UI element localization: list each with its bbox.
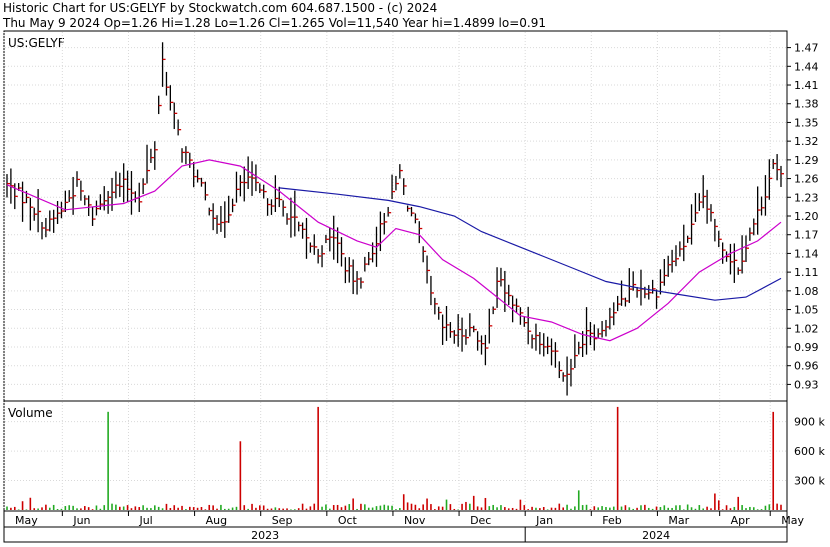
price-tick-label: 0.99 (794, 341, 819, 354)
month-label: Dec (470, 514, 491, 527)
month-label: Oct (338, 514, 358, 527)
price-tick-label: 1.47 (794, 42, 819, 55)
price-tick-label: 1.02 (794, 322, 819, 335)
chart-background (0, 0, 830, 543)
header-line-2: Thu May 9 2024 Op=1.26 Hi=1.28 Lo=1.26 C… (2, 16, 546, 30)
price-tick-label: 1.35 (794, 116, 819, 129)
price-tick-label: 1.11 (794, 266, 819, 279)
month-label: Jun (72, 514, 90, 527)
price-tick-label: 0.93 (794, 378, 819, 391)
month-label: Aug (206, 514, 227, 527)
month-label: Apr (731, 514, 751, 527)
volume-label: Volume (8, 406, 53, 420)
month-label: Mar (668, 514, 689, 527)
year-label: 2023 (251, 529, 279, 542)
month-label: Jan (535, 514, 553, 527)
price-tick-label: 1.26 (794, 173, 819, 186)
price-tick-label: 1.41 (794, 79, 819, 92)
month-label: Nov (404, 514, 426, 527)
volume-tick-label: 300 k (794, 475, 825, 488)
price-tick-label: 1.20 (794, 210, 819, 223)
month-label: May (781, 514, 804, 527)
price-tick-label: 1.38 (794, 98, 819, 111)
price-tick-label: 1.32 (794, 135, 819, 148)
price-tick-label: 1.17 (794, 229, 819, 242)
price-tick-label: 1.05 (794, 304, 819, 317)
volume-tick-label: 900 k (794, 416, 825, 429)
chart-canvas: Historic Chart for US:GELYF by Stockwatc… (0, 0, 830, 543)
month-label: Jul (138, 514, 152, 527)
price-tick-label: 0.96 (794, 360, 819, 373)
volume-axis-labels: 300 k 600 k 900 k (794, 416, 825, 488)
price-tick-label: 1.08 (794, 285, 819, 298)
price-tick-label: 1.23 (794, 191, 819, 204)
month-label: Feb (602, 514, 621, 527)
price-tick-label: 1.44 (794, 60, 819, 73)
month-label: May (15, 514, 38, 527)
header-line-1: Historic Chart for US:GELYF by Stockwatc… (3, 1, 437, 15)
price-tick-label: 1.29 (794, 154, 819, 167)
stock-chart: Historic Chart for US:GELYF by Stockwatc… (0, 0, 830, 543)
price-tick-label: 1.14 (794, 247, 819, 260)
month-label: Sep (272, 514, 293, 527)
year-label: 2024 (642, 529, 670, 542)
volume-tick-label: 600 k (794, 445, 825, 458)
